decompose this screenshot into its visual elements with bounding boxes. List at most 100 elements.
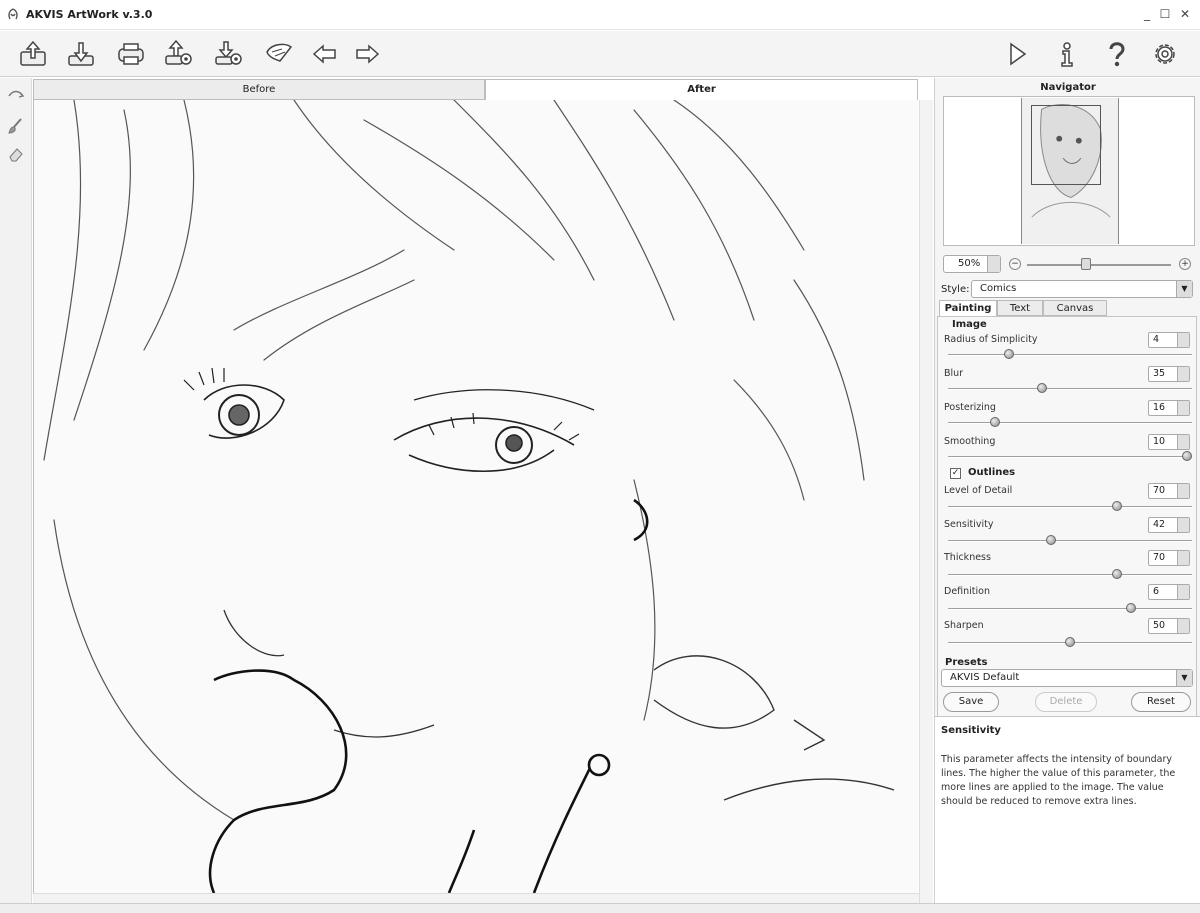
level-of-detail-slider[interactable] bbox=[948, 506, 1192, 508]
blur-field[interactable]: 35 bbox=[1148, 366, 1190, 382]
chevron-down-icon[interactable]: ▼ bbox=[1176, 670, 1192, 686]
eraser-tool-icon[interactable] bbox=[6, 144, 26, 164]
slider-knob[interactable] bbox=[1182, 451, 1192, 461]
param-value: 6 bbox=[1153, 586, 1160, 597]
redo-icon[interactable] bbox=[350, 37, 384, 71]
direction-tool-icon[interactable] bbox=[6, 86, 26, 106]
settings-panel: Navigator 50% − + Style: Comics ▼ Paintin… bbox=[934, 78, 1200, 903]
zoom-field[interactable]: 50% bbox=[943, 255, 1001, 273]
presets-title: Presets bbox=[945, 657, 988, 668]
slider-knob[interactable] bbox=[1036, 383, 1047, 393]
zoom-spinner[interactable] bbox=[987, 256, 1000, 272]
print-icon[interactable] bbox=[114, 37, 148, 71]
tab-after[interactable]: After bbox=[485, 79, 918, 100]
sensitivity-slider[interactable] bbox=[948, 540, 1192, 542]
spinner[interactable] bbox=[1177, 367, 1189, 381]
maximize-button[interactable]: ☐ bbox=[1158, 6, 1172, 22]
zoom-out-button[interactable]: − bbox=[1009, 258, 1021, 270]
horizontal-scrollbar[interactable] bbox=[33, 893, 919, 903]
zoom-slider-track[interactable] bbox=[1027, 264, 1171, 266]
navigator-preview[interactable] bbox=[943, 96, 1195, 246]
spinner[interactable] bbox=[1177, 401, 1189, 415]
radius-of-simplicity-field[interactable]: 4 bbox=[1148, 332, 1190, 348]
zoom-slider-handle[interactable] bbox=[1080, 258, 1091, 270]
style-label: Style: bbox=[941, 284, 970, 295]
param-label: Sharpen bbox=[944, 620, 984, 631]
tab-canvas[interactable]: Canvas bbox=[1043, 300, 1107, 316]
import-settings-icon[interactable] bbox=[212, 37, 246, 71]
definition-field[interactable]: 6 bbox=[1148, 584, 1190, 600]
param-value: 10 bbox=[1153, 436, 1166, 447]
param-value: 16 bbox=[1153, 402, 1166, 413]
definition-slider[interactable] bbox=[948, 608, 1192, 610]
slider-knob[interactable] bbox=[990, 417, 1001, 427]
tool-strip bbox=[0, 78, 32, 903]
export-settings-icon[interactable] bbox=[162, 37, 196, 71]
spinner[interactable] bbox=[1177, 518, 1189, 532]
spinner[interactable] bbox=[1177, 619, 1189, 633]
help-text: This parameter affects the intensity of … bbox=[941, 754, 1176, 807]
window-title: AKVIS ArtWork v.3.0 bbox=[26, 8, 153, 21]
navigator-title: Navigator bbox=[1040, 82, 1096, 93]
param-label: Level of Detail bbox=[944, 485, 1013, 496]
help-panel: Sensitivity This parameter affects the i… bbox=[935, 716, 1200, 903]
zoom-in-button[interactable]: + bbox=[1179, 258, 1191, 270]
save-preset-button[interactable]: Save bbox=[943, 692, 999, 712]
status-bar bbox=[0, 903, 1200, 913]
close-button[interactable]: ✕ bbox=[1178, 6, 1192, 22]
slider-knob[interactable] bbox=[1125, 603, 1136, 613]
run-icon[interactable] bbox=[1000, 37, 1034, 71]
sensitivity-field[interactable]: 42 bbox=[1148, 517, 1190, 533]
param-value: 50 bbox=[1153, 620, 1166, 631]
minimize-button[interactable]: _ bbox=[1140, 6, 1154, 22]
slider-knob[interactable] bbox=[1111, 569, 1122, 579]
toolbar bbox=[0, 31, 1200, 77]
brush-icon[interactable] bbox=[262, 37, 296, 71]
slider-knob[interactable] bbox=[1065, 637, 1075, 647]
param-value: 42 bbox=[1153, 519, 1166, 530]
blur-slider[interactable] bbox=[948, 388, 1192, 390]
preset-dropdown[interactable]: AKVIS Default ▼ bbox=[941, 669, 1193, 687]
smoothing-field[interactable]: 10 bbox=[1148, 434, 1190, 450]
spinner[interactable] bbox=[1177, 551, 1189, 565]
thickness-slider[interactable] bbox=[948, 574, 1192, 576]
image-canvas[interactable] bbox=[33, 100, 918, 893]
spinner[interactable] bbox=[1177, 585, 1189, 599]
chevron-down-icon[interactable]: ▼ bbox=[1176, 281, 1192, 297]
save-icon[interactable] bbox=[64, 37, 98, 71]
style-dropdown[interactable]: Comics ▼ bbox=[971, 280, 1193, 298]
reset-button[interactable]: Reset bbox=[1131, 692, 1191, 712]
brush-tool-icon[interactable] bbox=[6, 116, 26, 136]
title-bar: AKVIS ArtWork v.3.0 _ ☐ ✕ bbox=[0, 0, 1200, 30]
help-icon[interactable] bbox=[1100, 37, 1134, 71]
level-of-detail-field[interactable]: 70 bbox=[1148, 483, 1190, 499]
open-icon[interactable] bbox=[16, 37, 50, 71]
thickness-field[interactable]: 70 bbox=[1148, 550, 1190, 566]
tab-before[interactable]: Before bbox=[33, 79, 485, 100]
settings-icon[interactable] bbox=[1148, 37, 1182, 71]
slider-knob[interactable] bbox=[1004, 349, 1015, 359]
spinner[interactable] bbox=[1177, 484, 1189, 498]
posterizing-field[interactable]: 16 bbox=[1148, 400, 1190, 416]
outlines-checkbox[interactable]: ✓ bbox=[950, 468, 961, 479]
delete-preset-button[interactable]: Delete bbox=[1035, 692, 1097, 712]
tab-text[interactable]: Text bbox=[997, 300, 1043, 316]
param-value: 35 bbox=[1153, 368, 1166, 379]
smoothing-slider[interactable] bbox=[948, 456, 1192, 458]
param-label: Smoothing bbox=[944, 436, 996, 447]
slider-knob[interactable] bbox=[1046, 535, 1057, 545]
sharpen-field[interactable]: 50 bbox=[1148, 618, 1190, 634]
image-group-title: Image bbox=[950, 319, 989, 330]
navigator-view-rectangle[interactable] bbox=[1031, 105, 1101, 185]
radius-of-simplicity-slider[interactable] bbox=[948, 354, 1192, 356]
posterizing-slider[interactable] bbox=[948, 422, 1192, 424]
slider-knob[interactable] bbox=[1111, 501, 1122, 511]
spinner[interactable] bbox=[1177, 435, 1189, 449]
info-icon[interactable] bbox=[1050, 37, 1084, 71]
tab-painting[interactable]: Painting bbox=[939, 300, 997, 317]
style-value: Comics bbox=[980, 283, 1017, 294]
undo-icon[interactable] bbox=[308, 37, 342, 71]
spinner[interactable] bbox=[1177, 333, 1189, 347]
vertical-scrollbar[interactable] bbox=[919, 100, 933, 903]
zoom-value: 50% bbox=[958, 258, 981, 269]
